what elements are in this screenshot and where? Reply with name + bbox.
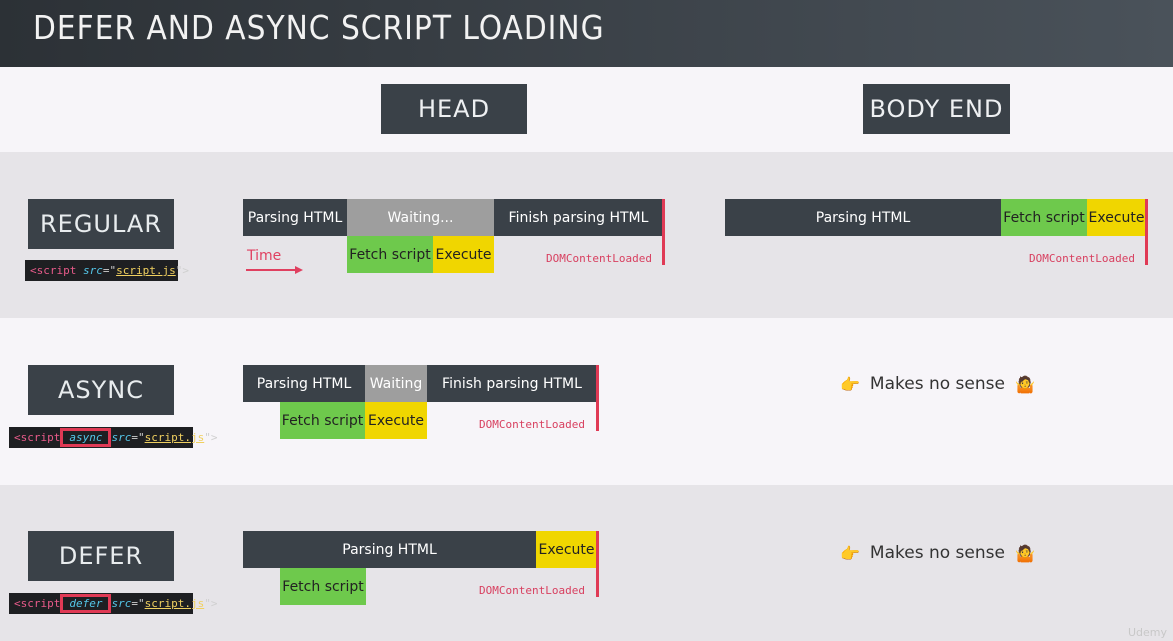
column-body-end-label: BODY END: [863, 84, 1010, 134]
async-label: ASYNC: [28, 365, 174, 415]
page-title: DEFER AND ASYNC SCRIPT LOADING: [33, 8, 605, 47]
code-defer-keyword: defer: [60, 594, 112, 613]
async-head-dcl-marker: [596, 365, 599, 431]
code-tag: <script: [14, 431, 61, 444]
regular-body-execute: Execute: [1087, 199, 1146, 236]
async-head-parsing: Parsing HTML: [243, 365, 365, 402]
code-close: ">: [204, 597, 218, 610]
regular-code-snippet: <script src =" script.js ">: [25, 260, 189, 281]
pointing-hand-icon: 👉: [840, 543, 860, 563]
regular-body-parsing: Parsing HTML: [725, 199, 1001, 236]
regular-head-fetch: Fetch script: [347, 236, 433, 273]
shrug-icon: 🤷: [1014, 543, 1035, 563]
regular-label: REGULAR: [28, 199, 174, 249]
defer-code-snippet: <script defer src =" script.js ">: [9, 593, 217, 614]
code-eq: =": [102, 264, 117, 277]
defer-head-dcl-label: DOMContentLoaded: [479, 584, 585, 597]
code-close: ">: [175, 264, 189, 277]
code-close: ">: [204, 431, 218, 444]
regular-head-dcl-label: DOMContentLoaded: [546, 252, 652, 265]
code-tag: <script: [14, 597, 61, 610]
code-async-keyword: async: [60, 428, 112, 447]
code-attr: src: [111, 597, 132, 610]
async-head-execute: Execute: [365, 402, 427, 439]
column-head-label: HEAD: [381, 84, 527, 134]
makes-no-sense-text: Makes no sense: [869, 543, 1005, 563]
regular-head-execute: Execute: [433, 236, 494, 273]
defer-head-parsing: Parsing HTML: [243, 531, 536, 568]
code-file: script.js: [144, 431, 205, 444]
async-head-fetch: Fetch script: [280, 402, 365, 439]
async-head-finish: Finish parsing HTML: [427, 365, 597, 402]
defer-head-fetch: Fetch script: [280, 568, 366, 605]
pointing-hand-icon: 👉: [840, 374, 860, 394]
async-code-snippet: <script async src =" script.js ">: [9, 427, 217, 448]
async-body-makes-no-sense: 👉 Makes no sense 🤷: [840, 374, 1035, 394]
time-label: Time: [247, 248, 282, 264]
code-file: script.js: [116, 264, 176, 277]
defer-body-makes-no-sense: 👉 Makes no sense 🤷: [840, 543, 1035, 563]
regular-head-dcl-marker: [662, 199, 665, 265]
code-eq: =": [131, 597, 145, 610]
udemy-watermark: Udemy: [1127, 626, 1167, 639]
defer-head-dcl-marker: [596, 531, 599, 597]
code-eq: =": [131, 431, 145, 444]
defer-label: DEFER: [28, 531, 174, 581]
async-head-waiting: Waiting: [365, 365, 427, 402]
shrug-icon: 🤷: [1014, 374, 1035, 394]
regular-body-dcl-marker: [1145, 199, 1148, 265]
code-file: script.js: [144, 597, 205, 610]
time-arrow-icon: [246, 266, 303, 274]
regular-head-finish: Finish parsing HTML: [494, 199, 663, 236]
defer-head-execute: Execute: [536, 531, 597, 568]
code-attr: src: [111, 431, 132, 444]
regular-body-fetch: Fetch script: [1001, 199, 1087, 236]
async-head-dcl-label: DOMContentLoaded: [479, 418, 585, 431]
makes-no-sense-text: Makes no sense: [869, 374, 1005, 394]
code-attr: src: [82, 264, 103, 277]
regular-head-parsing: Parsing HTML: [243, 199, 347, 236]
code-tag: <script: [30, 264, 83, 277]
regular-body-dcl-label: DOMContentLoaded: [1029, 252, 1135, 265]
regular-head-waiting: Waiting...: [347, 199, 494, 236]
